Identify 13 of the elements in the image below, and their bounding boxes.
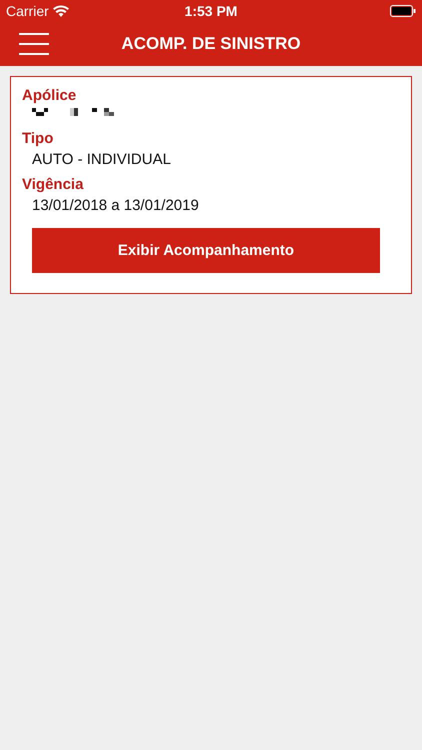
show-tracking-button[interactable]: Exibir Acompanhamento	[32, 228, 380, 273]
screen-title: ACOMP. DE SINISTRO	[121, 34, 301, 54]
field-label: Apólice	[22, 87, 76, 104]
carrier-label: Carrier	[6, 3, 49, 19]
field-label: Vigência	[22, 176, 84, 193]
field-value: 13/01/2018 a 13/01/2019	[31, 196, 199, 216]
battery-icon	[390, 5, 416, 17]
menu-icon	[19, 32, 49, 56]
field-value: AUTO - INDIVIDUAL	[31, 150, 171, 170]
status-time: 1:53 PM	[184, 3, 238, 19]
field-label: Tipo	[22, 130, 54, 147]
wifi-icon	[52, 5, 69, 17]
menu-button[interactable]	[19, 32, 49, 56]
